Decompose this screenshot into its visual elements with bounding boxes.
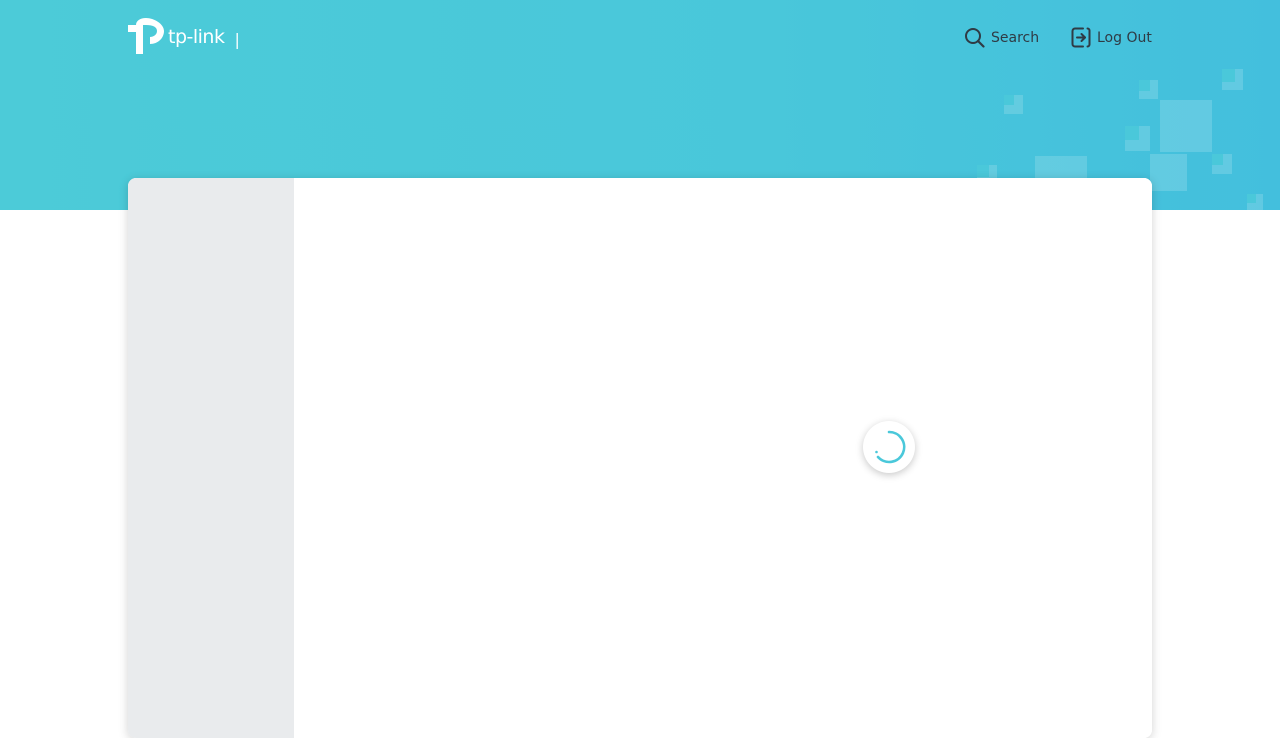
logout-button[interactable]: Log Out <box>1071 27 1152 48</box>
tp-link-logo: tp-link | <box>128 18 240 54</box>
logout-icon <box>1071 27 1091 48</box>
search-label: Search <box>991 29 1040 46</box>
spinner-icon <box>875 430 906 464</box>
logo-text: tp-link <box>168 25 225 48</box>
tp-link-logo-icon <box>128 18 164 54</box>
logo-divider: | <box>234 29 240 49</box>
sidebar <box>128 178 294 738</box>
main-panel <box>128 178 1152 738</box>
search-button[interactable]: Search <box>964 27 1039 48</box>
loading-spinner <box>863 421 915 473</box>
content-area <box>294 178 1152 738</box>
logout-label: Log Out <box>1097 29 1152 46</box>
search-icon <box>965 28 985 48</box>
